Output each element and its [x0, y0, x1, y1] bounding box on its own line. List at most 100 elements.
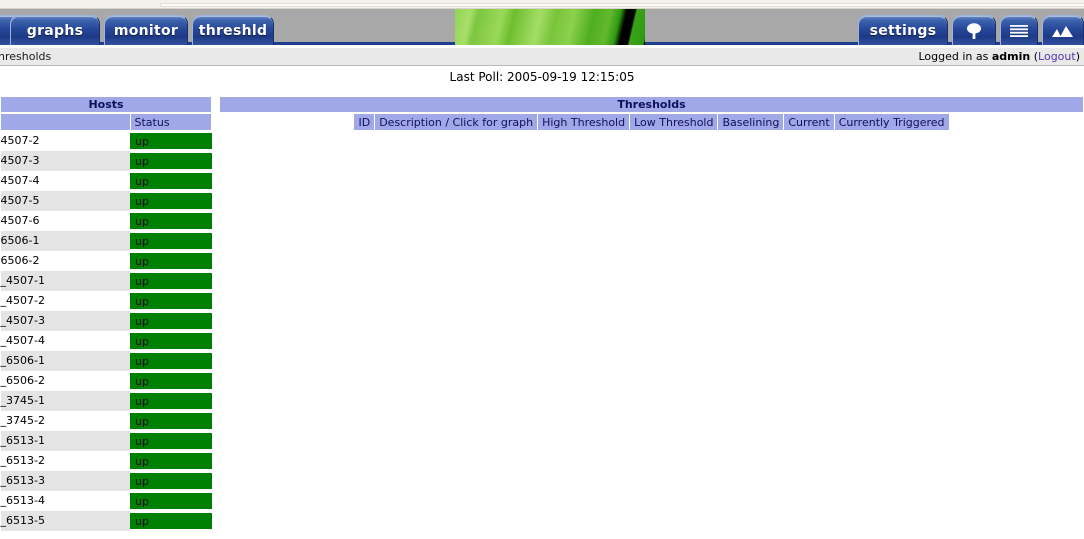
- table-row[interactable]: _4507-2 up: [0, 291, 212, 311]
- host-status-cell: up: [130, 491, 212, 511]
- thresholds-table: ID Description / Click for graph High Th…: [353, 113, 950, 131]
- table-row[interactable]: 6506-2 up: [0, 251, 212, 271]
- host-status-cell: up: [130, 511, 212, 531]
- status-badge: up: [130, 312, 212, 330]
- host-status-cell: up: [130, 131, 212, 152]
- login-prefix: Logged in as: [918, 50, 989, 63]
- host-name-cell[interactable]: 4507-4: [0, 171, 131, 191]
- table-row[interactable]: 6506-1 up: [0, 231, 212, 251]
- host-name-cell[interactable]: 6506-1: [0, 231, 131, 251]
- host-name-cell[interactable]: _6506-2: [0, 371, 131, 391]
- host-status-cell: up: [130, 311, 212, 331]
- login-info: Logged in as admin (Logout): [918, 50, 1080, 63]
- tab-graphs-label: graphs: [26, 22, 84, 39]
- host-name-cell[interactable]: _4507-3: [0, 311, 131, 331]
- banner-green-bars: [455, 9, 645, 45]
- host-name-cell[interactable]: _3745-1: [0, 391, 131, 411]
- tab-monitor[interactable]: monitor: [104, 15, 188, 45]
- table-row[interactable]: _6513-4 up: [0, 491, 212, 511]
- mountain-icon: [1051, 24, 1075, 38]
- host-name-cell[interactable]: _3745-2: [0, 411, 131, 431]
- tab-threshld[interactable]: threshld: [192, 15, 274, 45]
- table-row[interactable]: _6513-1 up: [0, 431, 212, 451]
- thr-col-baselining[interactable]: Baselining: [717, 113, 785, 131]
- paren-close: ): [1075, 50, 1080, 63]
- status-badge: up: [130, 272, 212, 290]
- host-status-cell: up: [130, 471, 212, 491]
- login-username: admin: [991, 50, 1031, 63]
- table-row[interactable]: _6513-5 up: [0, 511, 212, 531]
- table-row[interactable]: 4507-2 up: [0, 130, 212, 152]
- page-root: graphs monitor threshld settings hreshol…: [0, 0, 1084, 539]
- breadcrumb[interactable]: hresholds: [0, 50, 51, 63]
- table-row[interactable]: _6513-3 up: [0, 471, 212, 491]
- table-row[interactable]: _3745-2 up: [0, 411, 212, 431]
- host-status-cell: up: [130, 331, 212, 351]
- host-name-cell[interactable]: _4507-1: [0, 271, 131, 291]
- tab-settings[interactable]: settings: [858, 15, 948, 45]
- thr-col-low[interactable]: Low Threshold: [629, 113, 719, 131]
- table-row[interactable]: _4507-4 up: [0, 331, 212, 351]
- header-banner-graphic: [455, 9, 645, 45]
- host-name-cell[interactable]: 4507-3: [0, 151, 131, 171]
- table-row[interactable]: 4507-6 up: [0, 211, 212, 231]
- host-name-cell[interactable]: 4507-5: [0, 191, 131, 211]
- status-badge: up: [130, 492, 212, 510]
- status-badge: up: [130, 412, 212, 430]
- tab-settings-label: settings: [869, 22, 937, 39]
- status-badge: up: [130, 232, 212, 250]
- tab-mountain[interactable]: [1042, 15, 1084, 45]
- host-status-cell: up: [130, 151, 212, 171]
- status-badge: up: [130, 432, 212, 450]
- tab-tree[interactable]: [952, 15, 996, 45]
- last-poll-text: Last Poll: 2005-09-19 12:15:05: [449, 70, 635, 84]
- host-name-cell[interactable]: 4507-6: [0, 211, 131, 231]
- thr-col-description[interactable]: Description / Click for graph: [374, 113, 539, 131]
- thr-col-high[interactable]: High Threshold: [537, 113, 631, 131]
- status-badge: up: [130, 392, 212, 410]
- hosts-panel: Hosts Status 4507-2 up 4507-3 up 4507-4 up 450…: [0, 96, 213, 531]
- main-tab-bar: graphs monitor threshld settings: [0, 9, 1084, 45]
- host-name-cell[interactable]: _6513-2: [0, 451, 131, 471]
- table-row[interactable]: _6506-2 up: [0, 371, 212, 391]
- host-name-cell[interactable]: _6513-3: [0, 471, 131, 491]
- host-name-cell[interactable]: _6513-5: [0, 511, 131, 531]
- host-name-cell[interactable]: 6506-2: [0, 251, 131, 271]
- status-badge: up: [130, 152, 212, 170]
- host-name-cell[interactable]: _4507-4: [0, 331, 131, 351]
- host-status-cell: up: [130, 171, 212, 191]
- breadcrumb-bar: hresholds Logged in as admin (Logout): [0, 48, 1084, 66]
- table-row[interactable]: _3745-1 up: [0, 391, 212, 411]
- thr-col-current[interactable]: Current: [783, 113, 835, 131]
- host-status-cell: up: [130, 411, 212, 431]
- host-name-cell[interactable]: _6513-4: [0, 491, 131, 511]
- status-badge: up: [130, 512, 212, 530]
- table-row[interactable]: _4507-1 up: [0, 271, 212, 291]
- thresholds-table-header-row: ID Description / Click for graph High Th…: [353, 113, 950, 131]
- tree-icon: [964, 22, 984, 40]
- table-row[interactable]: _6513-2 up: [0, 451, 212, 471]
- host-name-cell[interactable]: 4507-2: [0, 130, 131, 151]
- hosts-col-status[interactable]: Status: [129, 113, 213, 131]
- table-row[interactable]: _6506-1 up: [0, 351, 212, 371]
- status-badge: up: [130, 452, 212, 470]
- host-name-cell[interactable]: _6506-1: [0, 351, 131, 371]
- tab-graphs[interactable]: graphs: [10, 15, 100, 45]
- table-row[interactable]: 4507-5 up: [0, 191, 212, 211]
- host-status-cell: up: [130, 371, 212, 391]
- host-name-cell[interactable]: _4507-2: [0, 291, 131, 311]
- table-row[interactable]: 4507-3 up: [0, 151, 212, 171]
- thr-col-id[interactable]: ID: [353, 113, 376, 131]
- list-icon: [1009, 23, 1029, 39]
- status-badge: up: [130, 372, 212, 390]
- status-badge: up: [130, 352, 212, 370]
- tab-list[interactable]: [1000, 15, 1038, 45]
- table-row[interactable]: _4507-3 up: [0, 311, 212, 331]
- status-badge: up: [130, 212, 212, 230]
- table-row[interactable]: 4507-4 up: [0, 171, 212, 191]
- logout-link[interactable]: Logout: [1038, 50, 1076, 63]
- tab-threshld-label: threshld: [198, 22, 268, 39]
- thr-col-triggered[interactable]: Currently Triggered: [833, 113, 950, 131]
- host-name-cell[interactable]: _6513-1: [0, 431, 131, 451]
- hosts-col-name[interactable]: [0, 113, 131, 131]
